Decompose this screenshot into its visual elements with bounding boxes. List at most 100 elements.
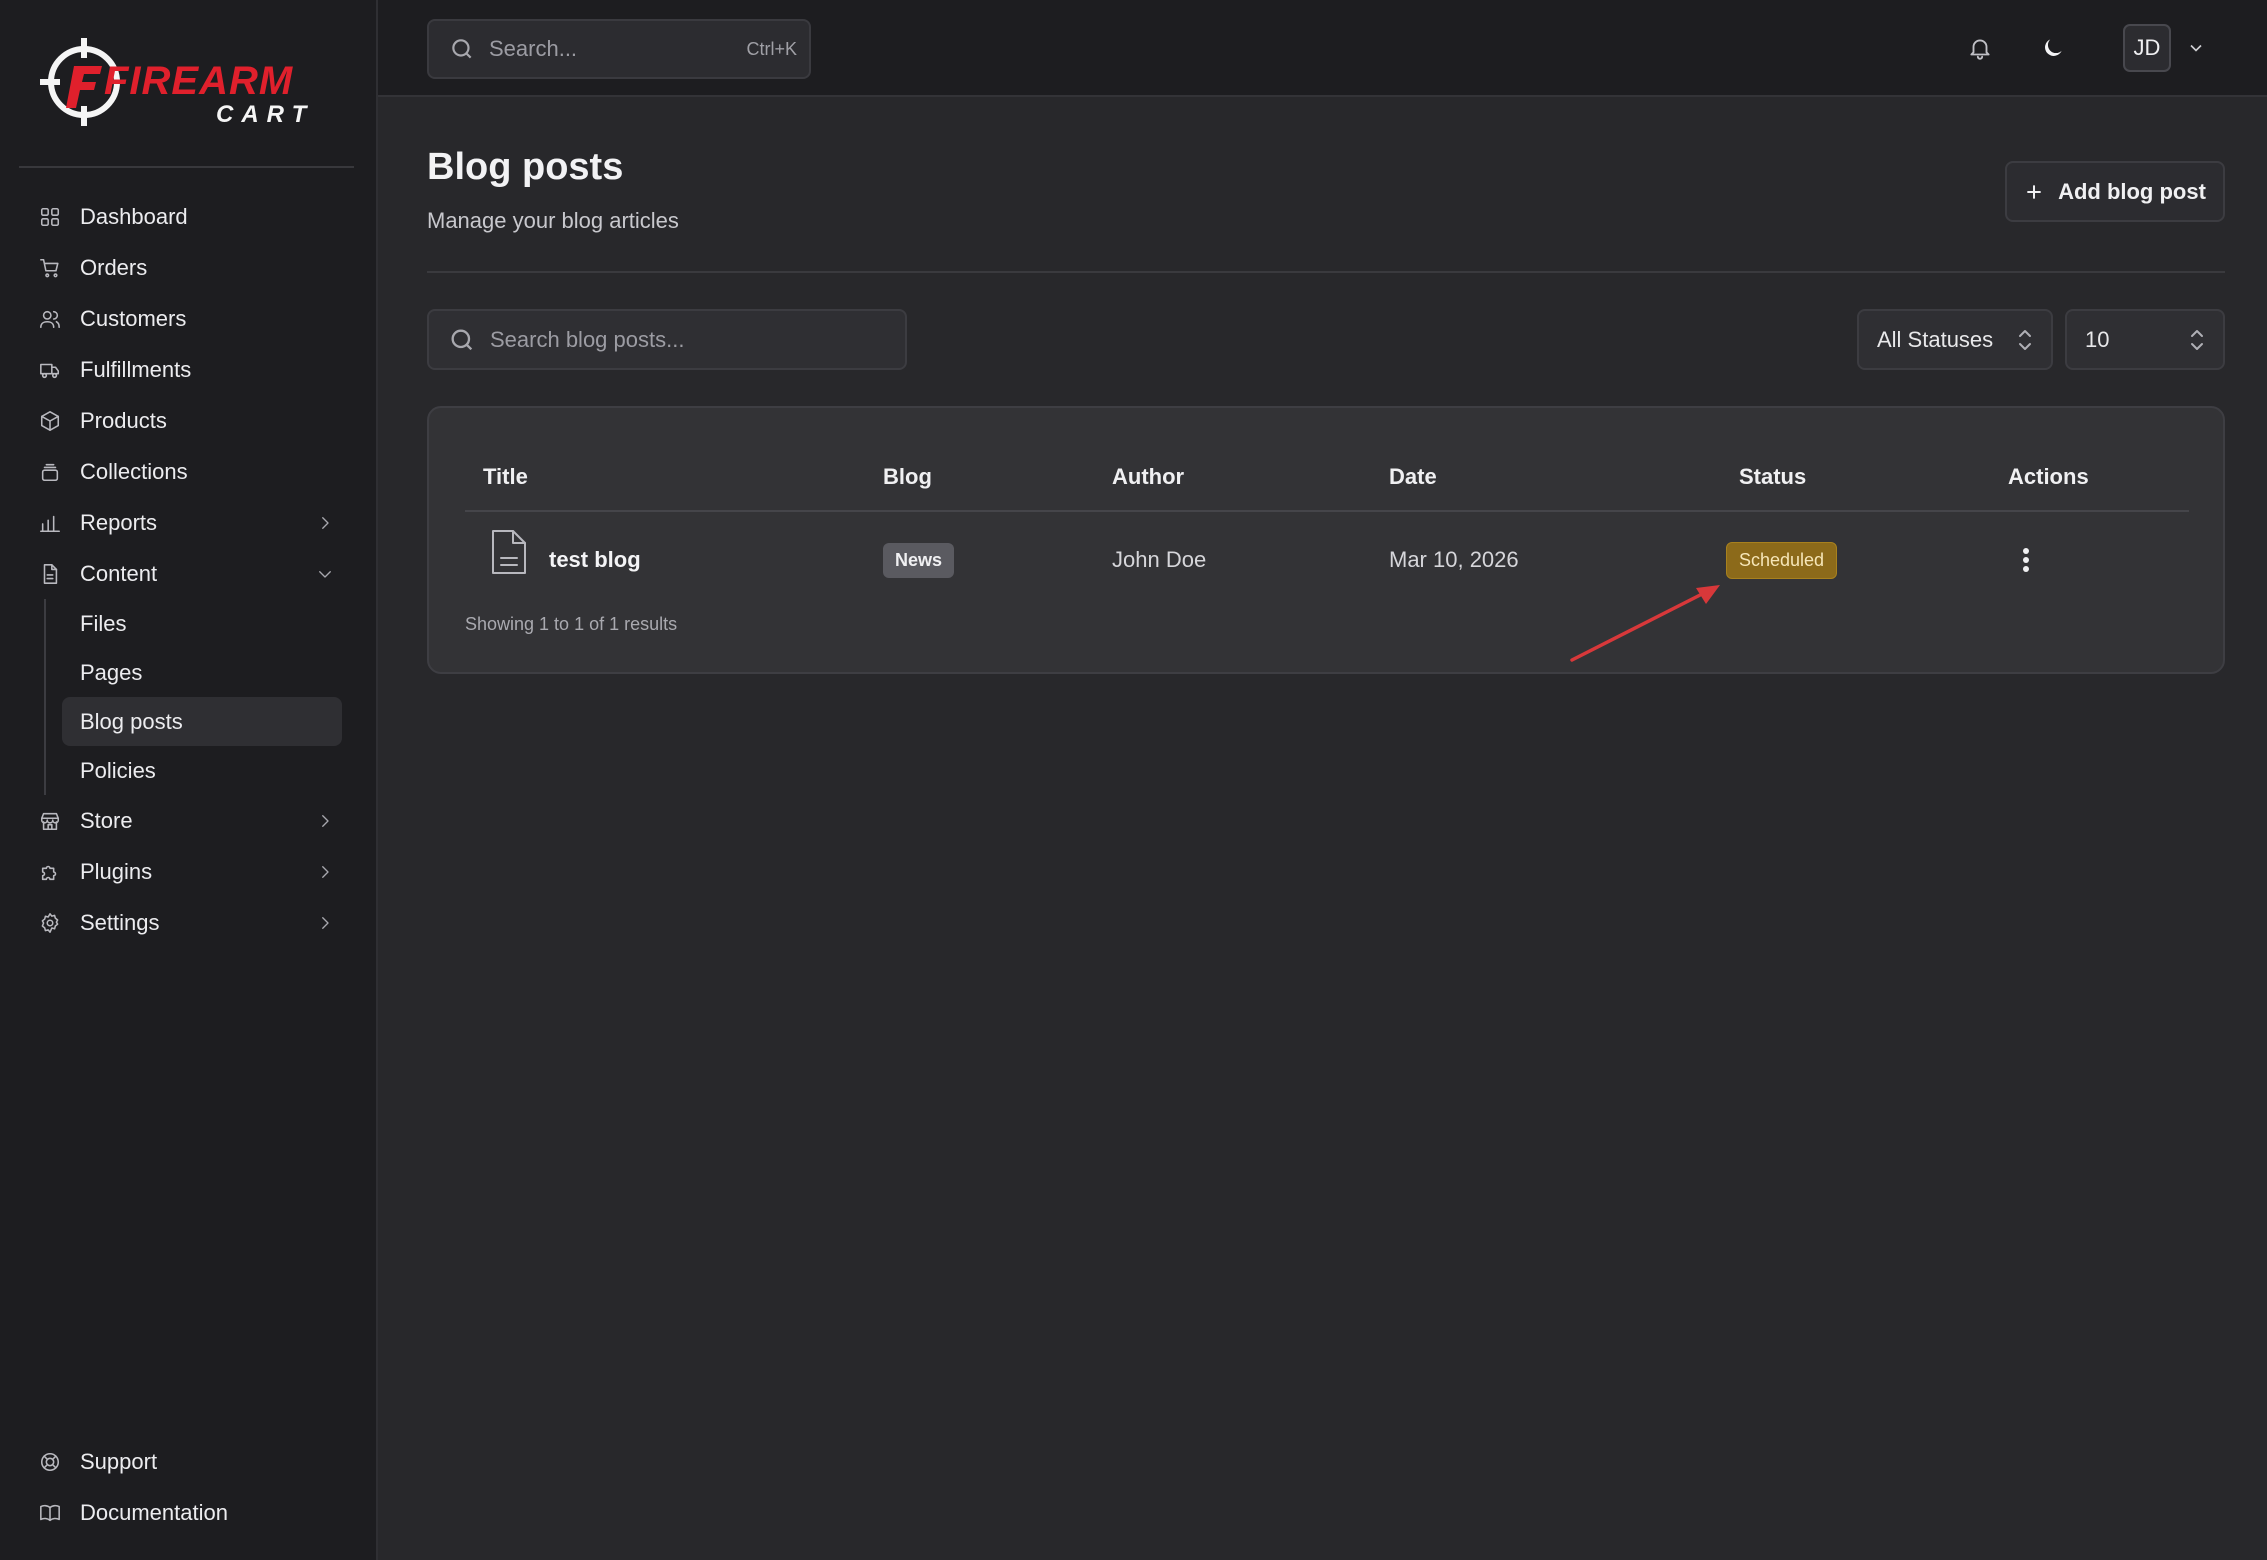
document-icon	[489, 528, 529, 576]
sidebar-item-files[interactable]: Files	[62, 599, 342, 648]
add-blog-post-label: Add blog post	[2058, 178, 2206, 204]
sidebar-item-policies[interactable]: Policies	[62, 746, 342, 795]
sidebar-item-label: Store	[80, 807, 133, 833]
chevron-right-icon	[316, 863, 334, 881]
sidebar-item-label: Content	[80, 560, 158, 586]
sidebar-item-label: Documentation	[80, 1499, 228, 1525]
sidebar-item-label: Reports	[80, 509, 158, 535]
layers-icon	[39, 461, 61, 483]
store-icon	[39, 810, 61, 832]
sidebar-item-fulfillments[interactable]: Fulfillments	[19, 344, 354, 395]
sidebar-item-label: Dashboard	[80, 203, 188, 229]
chevron-down-icon[interactable]	[2186, 38, 2206, 58]
search-icon	[448, 326, 476, 354]
blog-cell: News	[883, 540, 955, 580]
sidebar: FIREARM CART Dashboard Orders Customers …	[0, 0, 378, 1560]
column-header-blog[interactable]: Blog	[883, 464, 932, 490]
blog-badge: News	[883, 542, 955, 578]
column-header-date[interactable]: Date	[1389, 464, 1437, 490]
sidebar-item-label: Fulfillments	[80, 356, 192, 382]
chevron-right-icon	[316, 812, 334, 830]
sidebar-bottom-nav: Support Documentation	[19, 1436, 354, 1538]
firearm-cart-logo[interactable]: FIREARM CART	[40, 36, 330, 128]
bell-icon	[1970, 39, 1990, 60]
plus-icon	[2024, 182, 2044, 202]
sidebar-item-label: Settings	[80, 909, 160, 935]
page-size-select[interactable]: 10	[2065, 309, 2225, 370]
blog-posts-table: Title Blog Author Date Status Actions te…	[427, 406, 2225, 674]
chevron-up-down-icon	[2187, 327, 2207, 353]
sidebar-item-label: Support	[80, 1448, 158, 1474]
sidebar-item-label: Products	[80, 407, 167, 433]
content-subnav: Files Pages Blog posts Policies	[44, 599, 354, 795]
top-bar: Search... Ctrl+K JD	[378, 0, 2267, 97]
theme-toggle-button[interactable]	[2031, 26, 2075, 70]
sidebar-item-label: Collections	[80, 458, 188, 484]
sidebar-item-documentation[interactable]: Documentation	[19, 1487, 354, 1538]
blog-search	[427, 309, 907, 370]
sidebar-item-customers[interactable]: Customers	[19, 293, 354, 344]
column-header-author[interactable]: Author	[1112, 464, 1184, 490]
chevron-down-icon	[316, 565, 334, 583]
column-header-status[interactable]: Status	[1739, 464, 1806, 490]
grid-icon	[39, 206, 61, 228]
table-header-divider	[465, 510, 2189, 512]
sidebar-item-label: Plugins	[80, 858, 153, 884]
sidebar-nav: Dashboard Orders Customers Fulfillments …	[19, 191, 354, 948]
header-divider	[427, 271, 2225, 273]
sidebar-item-products[interactable]: Products	[19, 395, 354, 446]
users-icon	[39, 308, 61, 330]
sidebar-item-label: Orders	[80, 254, 148, 280]
sidebar-item-support[interactable]: Support	[19, 1436, 354, 1487]
row-actions-button[interactable]	[2014, 540, 2038, 580]
date-cell: Mar 10, 2026	[1389, 547, 1519, 572]
sidebar-item-label: Customers	[80, 305, 187, 331]
status-filter-value: All Statuses	[1877, 326, 1994, 352]
sidebar-item-blog-posts[interactable]: Blog posts	[62, 697, 342, 746]
sidebar-item-store[interactable]: Store	[19, 795, 354, 846]
results-summary: Showing 1 to 1 of 1 results	[465, 614, 678, 634]
column-header-title[interactable]: Title	[483, 464, 528, 490]
bar-chart-icon	[39, 512, 61, 534]
blog-search-input[interactable]	[490, 326, 890, 353]
page-title: Blog posts	[427, 146, 624, 188]
search-icon	[449, 36, 475, 62]
sidebar-item-reports[interactable]: Reports	[19, 497, 354, 548]
search-shortcut: Ctrl+K	[746, 38, 797, 59]
sidebar-item-content[interactable]: Content	[19, 548, 354, 599]
sidebar-item-orders[interactable]: Orders	[19, 242, 354, 293]
gear-icon	[39, 912, 61, 934]
sidebar-divider	[19, 166, 354, 168]
sidebar-item-plugins[interactable]: Plugins	[19, 846, 354, 897]
truck-icon	[39, 359, 61, 381]
sidebar-item-dashboard[interactable]: Dashboard	[19, 191, 354, 242]
chevron-up-down-icon	[2015, 327, 2035, 353]
book-icon	[39, 1502, 61, 1524]
status-badge: Scheduled	[1726, 541, 1838, 579]
box-icon	[39, 410, 61, 432]
column-header-actions: Actions	[2008, 464, 2089, 489]
sidebar-item-settings[interactable]: Settings	[19, 897, 354, 948]
puzzle-icon	[39, 861, 61, 883]
global-search-placeholder: Search...	[489, 36, 578, 61]
global-search[interactable]: Search... Ctrl+K	[427, 19, 811, 79]
notifications-button[interactable]	[1958, 26, 2002, 70]
status-cell: Scheduled	[1726, 540, 1838, 580]
annotation-arrow	[1570, 585, 1720, 662]
page-subtitle: Manage your blog articles	[427, 208, 679, 233]
logo-text-sub: CART	[216, 101, 314, 128]
post-title[interactable]: test blog	[549, 540, 641, 580]
author-cell: John Doe	[1112, 547, 1207, 572]
sidebar-item-pages[interactable]: Pages	[62, 648, 342, 697]
lifebuoy-icon	[39, 1451, 61, 1473]
sidebar-item-collections[interactable]: Collections	[19, 446, 354, 497]
page-size-value: 10	[2085, 326, 2110, 352]
document-icon	[39, 563, 61, 585]
avatar[interactable]: JD	[2123, 24, 2171, 72]
logo-text-main: FIREARM	[104, 59, 294, 103]
more-vertical-icon	[2023, 548, 2029, 572]
status-filter-select[interactable]: All Statuses	[1857, 309, 2053, 370]
chevron-right-icon	[316, 914, 334, 932]
add-blog-post-button[interactable]: Add blog post	[2005, 161, 2225, 222]
cart-icon	[39, 257, 61, 279]
